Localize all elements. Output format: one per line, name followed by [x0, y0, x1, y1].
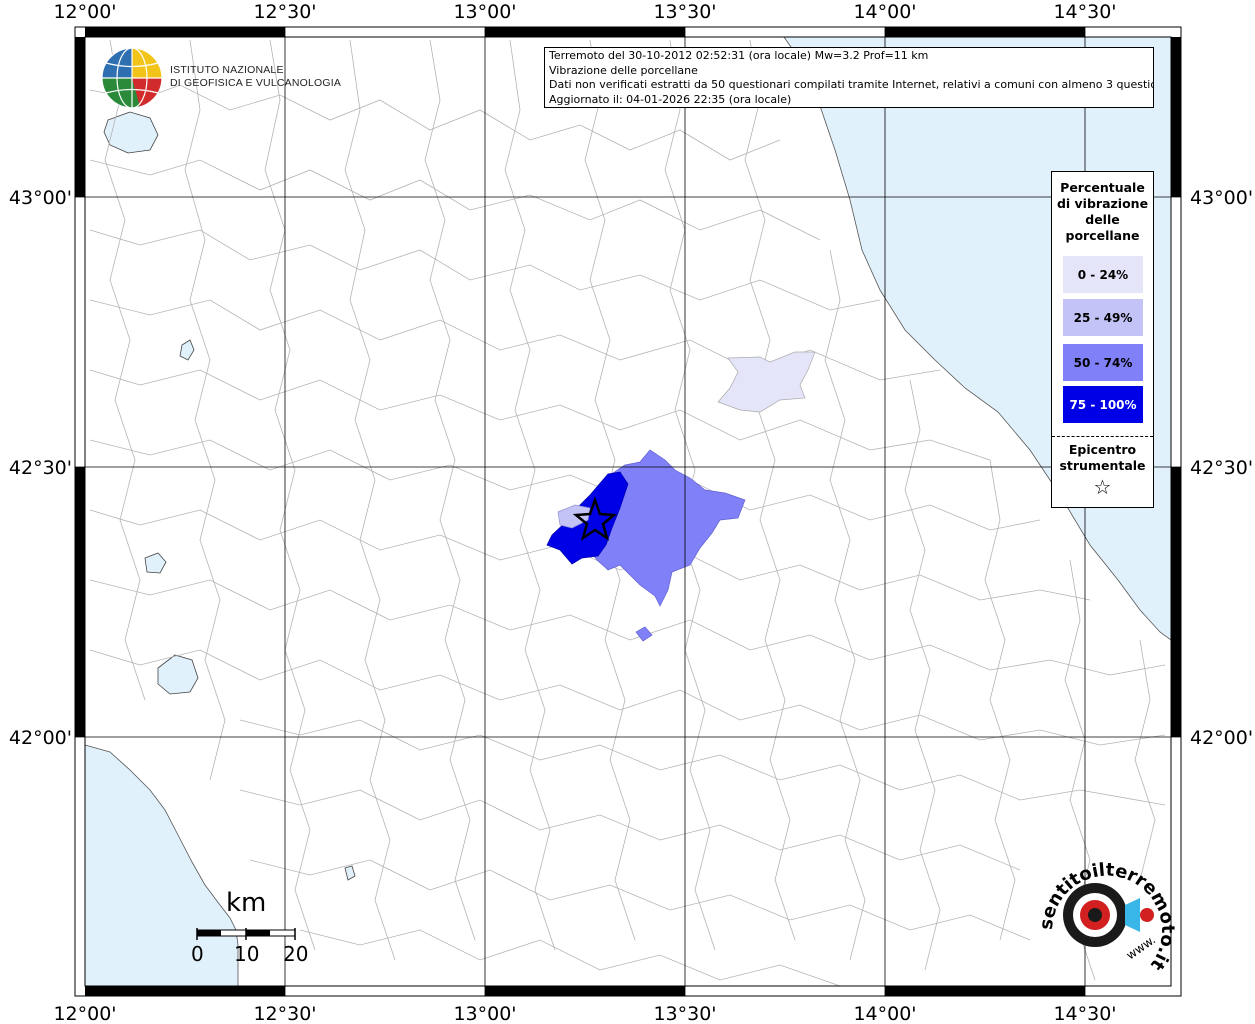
lat-label-right-3: 42°00': [1190, 727, 1253, 749]
legend: Percentuale di vibrazione delle porcella…: [1051, 171, 1154, 508]
scale-tick-0: 0: [191, 942, 204, 966]
ingv-name: ISTITUTO NAZIONALE DI GEOFISICA E VULCAN…: [170, 64, 341, 89]
legend-class-0-24: 0 - 24%: [1063, 256, 1143, 293]
lon-label-top-6: 14°30': [1053, 1, 1116, 23]
legend-star-icon: ☆: [1093, 475, 1112, 499]
lon-label-bottom-6: 14°30': [1053, 1003, 1116, 1024]
legend-title-line2: di vibrazione: [1056, 196, 1149, 211]
lat-label-left-3: 42°00': [9, 727, 72, 749]
lat-label-right-2: 42°30': [1190, 457, 1253, 479]
legend-title-line4: porcellane: [1065, 228, 1140, 243]
lat-label-right-1: 43°00': [1190, 187, 1253, 209]
legend-epicenter-label: Epicentro strumentale: [1052, 442, 1153, 474]
ingv-name-line2: DI GEOFISICA E VULCANOLOGIA: [170, 76, 342, 89]
lon-label-top-1: 12°00': [53, 1, 116, 23]
legend-title: Percentuale di vibrazione delle porcella…: [1052, 180, 1153, 244]
lat-label-left-2: 42°30': [9, 457, 72, 479]
data-note: Dati non verificati estratti da 50 quest…: [549, 78, 1154, 91]
legend-epicenter-line1: Epicentro: [1068, 442, 1137, 457]
legend-title-line3: delle: [1085, 212, 1120, 227]
map: 12°00' 12°30' 13°00' 13°30' 14°00' 14°30…: [9, 1, 1253, 1024]
map-subject: Vibrazione delle porcellane: [549, 63, 698, 77]
lon-label-bottom-2: 12°30': [253, 1003, 316, 1024]
legend-epicenter-line2: strumentale: [1059, 458, 1146, 473]
lon-label-top-2: 12°30': [253, 1, 316, 23]
legend-class-75-100: 75 - 100%: [1063, 386, 1143, 423]
legend-class-50-74: 50 - 74%: [1063, 344, 1143, 381]
legend-divider: [1052, 436, 1153, 437]
scale-tick-10: 10: [234, 942, 260, 966]
scale-unit: km: [226, 888, 267, 918]
ingv-name-line1: ISTITUTO NAZIONALE: [170, 64, 284, 76]
lon-label-top-4: 13°30': [653, 1, 716, 23]
lat-label-left-1: 43°00': [9, 187, 72, 209]
lon-label-bottom-1: 12°00': [53, 1003, 116, 1024]
updated-timestamp: Aggiornato il: 04-01-2026 22:35 (ora loc…: [549, 92, 792, 106]
legend-class-25-49: 25 - 49%: [1063, 299, 1143, 336]
lon-label-bottom-5: 14°00': [853, 1003, 916, 1024]
lon-label-top-3: 13°00': [453, 1, 516, 23]
lon-label-bottom-4: 13°30': [653, 1003, 716, 1024]
scale-tick-20: 20: [283, 942, 309, 966]
event-title: Terremoto del 30-10-2012 02:52:31 (ora l…: [549, 49, 929, 62]
lon-label-top-5: 14°00': [853, 1, 916, 23]
legend-title-line1: Percentuale: [1060, 180, 1145, 195]
event-info-box: Terremoto del 30-10-2012 02:52:31 (ora l…: [544, 47, 1154, 108]
lon-label-bottom-3: 13°00': [453, 1003, 516, 1024]
ingv-globe-icon: [101, 47, 163, 109]
